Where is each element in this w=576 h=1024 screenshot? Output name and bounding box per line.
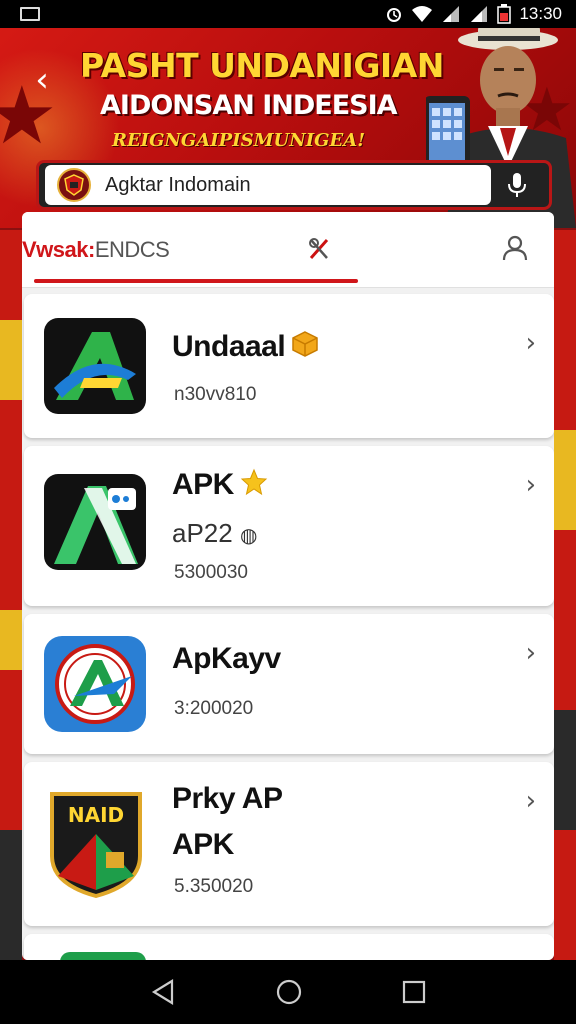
- list-item[interactable]: Undaaal n30vv810 ›: [24, 294, 554, 438]
- search-input[interactable]: Agktar Indomain: [45, 165, 491, 205]
- list-item[interactable]: ApKayv 3:200020 ›: [24, 614, 554, 754]
- user-icon[interactable]: [502, 234, 528, 262]
- status-icons: 13:30: [385, 4, 562, 24]
- signal-icon: [443, 6, 460, 22]
- app-icon: [60, 952, 146, 960]
- navigation-bar: [0, 960, 576, 1024]
- app-title: Undaaal: [172, 330, 319, 366]
- mic-icon[interactable]: [491, 165, 543, 205]
- content-panel: Vwsak: ENDCS Undaaal n30vv810 › APK aP22…: [22, 212, 554, 960]
- svg-text:NAID: NAID: [68, 803, 124, 827]
- chevron-right-icon: ›: [525, 638, 536, 668]
- app-meta: n30vv810: [174, 384, 257, 405]
- battery-icon: [497, 4, 512, 24]
- app-icon: NAID: [44, 786, 148, 898]
- list-item[interactable]: NAID Prky AP APK 5.350020 ›: [24, 762, 554, 926]
- chevron-right-icon: ›: [525, 328, 536, 358]
- app-subtitle: APK: [172, 828, 234, 861]
- info-icon: ◍: [239, 525, 258, 547]
- background-decoration: [554, 230, 576, 960]
- nav-back-icon[interactable]: [150, 979, 176, 1005]
- tab-main-label: Vwsak:: [22, 237, 95, 262]
- search-value: Agktar Indomain: [105, 173, 251, 196]
- list-item[interactable]: APK aP22 ◍ 5300030 ›: [24, 446, 554, 606]
- alarm-icon: [387, 8, 402, 22]
- chevron-right-icon: ›: [525, 470, 536, 500]
- hero-title: PASHT UNDANIGIAN: [80, 46, 444, 85]
- cube-icon: [291, 330, 319, 366]
- hero-tagline: REIGNGAIPISMUNIGEA!: [112, 130, 366, 151]
- back-button[interactable]: ‹: [22, 60, 62, 100]
- app-subtitle: aP22 ◍: [172, 518, 258, 548]
- status-time: 13:30: [519, 4, 562, 23]
- nav-recents-icon[interactable]: [402, 980, 426, 1004]
- background-decoration: [0, 230, 22, 960]
- app-icon: [44, 318, 146, 414]
- wifi-icon: [412, 6, 433, 22]
- emblem-icon: [57, 168, 91, 202]
- signal-icon-2: [471, 6, 488, 22]
- app-title: APK: [172, 468, 268, 504]
- tab-main-sub: ENDCS: [94, 237, 170, 262]
- app-icon: [44, 474, 146, 570]
- status-bar: 13:30: [0, 0, 576, 28]
- tab-indicator: [34, 279, 358, 283]
- star-icon: [240, 468, 268, 504]
- app-meta: 3:200020: [174, 698, 254, 719]
- hero-subtitle: AIDONSAN INDEESIA: [100, 90, 398, 121]
- app-icon: [44, 636, 146, 732]
- screenshot-icon: [20, 7, 40, 21]
- list-item[interactable]: [24, 934, 554, 960]
- nav-home-icon[interactable]: [276, 979, 302, 1005]
- search-bar[interactable]: Agktar Indomain: [36, 160, 552, 210]
- app-title: ApKayv: [172, 642, 281, 675]
- app-meta: 5300030: [174, 562, 248, 583]
- app-title: Prky AP: [172, 782, 283, 815]
- app-meta: 5.350020: [174, 876, 254, 897]
- tab-bar: Vwsak: ENDCS: [22, 212, 554, 288]
- chevron-right-icon: ›: [525, 786, 536, 816]
- tools-icon[interactable]: [307, 236, 331, 262]
